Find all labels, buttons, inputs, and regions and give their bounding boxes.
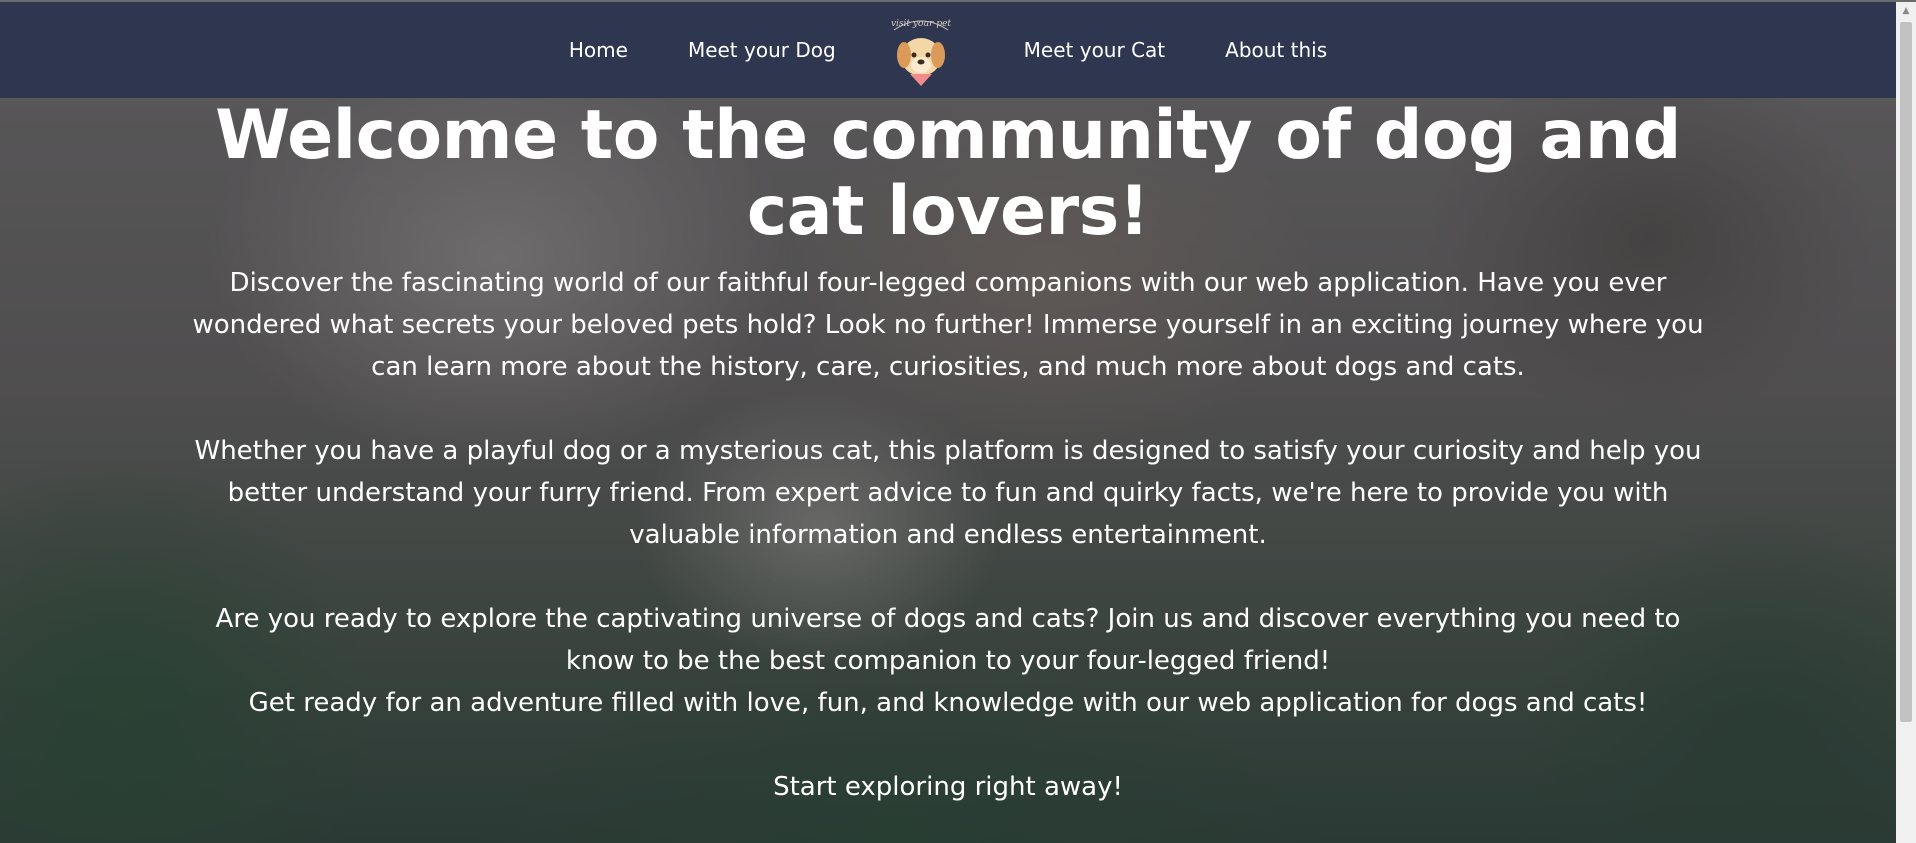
- scroll-up-arrow-icon[interactable]: ▲: [1896, 2, 1916, 20]
- hero-title: Welcome to the community of dog and cat …: [215, 98, 1681, 251]
- dog-logo-icon[interactable]: visit your pet: [876, 2, 966, 98]
- hero-paragraph-intro: Discover the fascinating world of our fa…: [192, 268, 1704, 382]
- nav-link-meet-your-dog[interactable]: Meet your Dog: [688, 38, 836, 62]
- scrollbar-thumb[interactable]: [1900, 22, 1912, 722]
- vertical-scrollbar[interactable]: ▲: [1896, 2, 1916, 843]
- hero-paragraph-cta: Start exploring right away!: [773, 772, 1123, 802]
- nav-link-home[interactable]: Home: [569, 38, 628, 62]
- logo-caption: visit your pet: [891, 19, 951, 29]
- hero-paragraph-adventure: Get ready for an adventure filled with l…: [248, 688, 1648, 718]
- nav-links-right: Meet your Cat About this: [966, 38, 1327, 62]
- hero-paragraph-join: Are you ready to explore the captivating…: [215, 604, 1681, 676]
- hero-content: Welcome to the community of dog and cat …: [180, 98, 1716, 808]
- hero-section: Welcome to the community of dog and cat …: [0, 98, 1896, 843]
- nav-link-meet-your-cat[interactable]: Meet your Cat: [1024, 38, 1165, 62]
- nav-link-about-this[interactable]: About this: [1225, 38, 1327, 62]
- nav-links-left: Home Meet your Dog: [569, 38, 876, 62]
- top-navbar: Home Meet your Dog visit your pet Meet y…: [0, 2, 1896, 98]
- hero-paragraph-platform: Whether you have a playful dog or a myst…: [194, 436, 1702, 550]
